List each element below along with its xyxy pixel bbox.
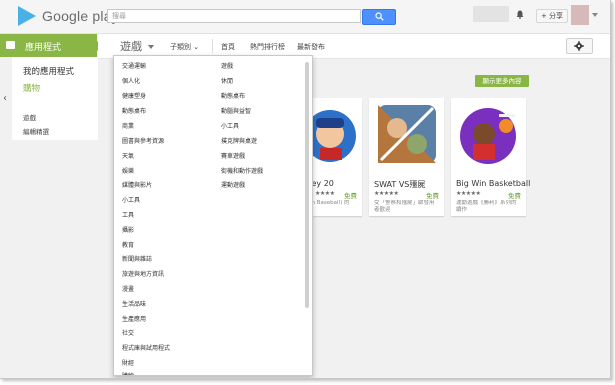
menu-item[interactable]: 交通運輸 xyxy=(122,61,146,70)
gear-icon xyxy=(574,41,584,51)
app-card-basketball[interactable]: Big Win Basketball ★★★★★ 免費 運動遊戲《勝利》系列的 … xyxy=(451,98,530,216)
rating-stars: ★★★★ xyxy=(315,190,335,197)
menu-item[interactable]: 遊戲 xyxy=(221,61,233,70)
rating-stars: ★★★★★ xyxy=(374,190,399,197)
menu-item[interactable]: 動態桌布 xyxy=(122,106,146,115)
menu-item[interactable]: 購物 xyxy=(122,371,134,375)
search-input[interactable]: 搜尋 xyxy=(107,9,361,23)
sidebar-item-my-apps[interactable]: 我的應用程式 xyxy=(23,65,74,77)
menu-item[interactable]: 工具 xyxy=(122,210,134,219)
sidebar: 我的應用程式 購物 遊戲 編輯精選 xyxy=(12,57,98,140)
menu-item[interactable]: 動腦與益智 xyxy=(221,106,251,115)
menu-item[interactable]: 教育 xyxy=(122,240,134,249)
menu-item[interactable]: 旅遊與地方資訊 xyxy=(122,269,164,278)
divider xyxy=(212,39,213,53)
settings-button[interactable] xyxy=(566,38,593,54)
tab-top-charts[interactable]: 熱門排行榜 xyxy=(250,42,285,52)
menu-item[interactable]: 賽車遊戲 xyxy=(221,151,245,160)
sidebar-item-editors-choice[interactable]: 編輯精選 xyxy=(23,126,49,136)
show-more-button[interactable]: 顯示更多內容 xyxy=(475,75,529,87)
apps-tab-label: 應用程式 xyxy=(25,43,62,53)
search-icon xyxy=(375,12,384,21)
menu-item[interactable]: 媒體與影片 xyxy=(122,180,152,189)
menu-item[interactable]: 新聞與雜誌 xyxy=(122,254,152,263)
app-title: Big Win Basketball xyxy=(456,179,531,188)
menu-item[interactable]: 生產應用 xyxy=(122,314,146,323)
bell-icon[interactable] xyxy=(516,10,524,19)
apps-tab[interactable]: 應用程式 xyxy=(0,34,102,57)
app-card-swat[interactable]: SWAT VS殭屍 ★★★★★ 免費 受「警察和殭屍」啟發用 者歡迎 xyxy=(369,98,444,216)
menu-item[interactable]: 動態桌布 xyxy=(221,91,245,100)
menu-item[interactable]: 小工具 xyxy=(122,195,140,204)
apps-icon xyxy=(6,41,15,49)
menu-item[interactable]: 攝影 xyxy=(122,225,134,234)
tab-home[interactable]: 首頁 xyxy=(221,42,235,52)
app-title: SWAT VS殭屍 xyxy=(374,180,426,189)
sidebar-item-games[interactable]: 遊戲 xyxy=(23,112,36,122)
scrollbar[interactable] xyxy=(305,62,309,308)
menu-item[interactable]: 小工具 xyxy=(221,121,239,130)
price-label: 免費 xyxy=(426,192,439,200)
app-description: 運動遊戲《勝利》系列的 續作 xyxy=(456,200,517,213)
tab-new-releases[interactable]: 最新發布 xyxy=(297,42,325,52)
top-bar: Google play 搜尋 + 分享 xyxy=(0,0,610,34)
app-description: in Baseball) 的 xyxy=(310,200,350,206)
app-description: 受「警察和殭屍」啟發用 者歡迎 xyxy=(374,200,435,213)
price-label: 免費 xyxy=(508,192,521,200)
rating-stars: ★★★★★ xyxy=(456,190,481,197)
browser-frame: Google play 搜尋 + 分享 應用程式 我的應用程式 購物 遊戲 編輯… xyxy=(0,0,611,379)
category-dropdown[interactable]: 子類別 ⌄ xyxy=(170,42,199,52)
menu-item[interactable]: 運動遊戲 xyxy=(221,180,245,189)
menu-item[interactable]: 圖書與參考資源 xyxy=(122,136,164,145)
menu-item[interactable]: 個人化 xyxy=(122,76,140,85)
app-icon-basketball xyxy=(451,98,526,173)
chevron-down-icon[interactable] xyxy=(592,13,598,17)
menu-item[interactable]: 休閒 xyxy=(221,76,233,85)
page-title[interactable]: 遊戲 xyxy=(120,38,142,54)
menu-item[interactable]: 生活品味 xyxy=(122,299,146,308)
menu-item[interactable]: 商業 xyxy=(122,121,134,130)
category-menu: 交通運輸 個人化 健康塑身 動態桌布 商業 圖書與參考資源 天氣 娛樂 媒體與影… xyxy=(113,55,313,376)
search-button[interactable] xyxy=(362,9,396,25)
user-name-area[interactable] xyxy=(473,6,509,22)
sidebar-item-shop[interactable]: 購物 xyxy=(23,82,40,94)
menu-item[interactable]: 漫畫 xyxy=(122,284,134,293)
google-play-logo[interactable]: Google play xyxy=(18,6,119,26)
menu-item[interactable]: 娛樂 xyxy=(122,166,134,175)
avatar[interactable] xyxy=(571,5,589,25)
chevron-left-icon[interactable]: ‹ xyxy=(3,93,7,104)
price-label: 免費 xyxy=(344,192,357,200)
play-icon xyxy=(18,6,36,26)
category-label: 子類別 xyxy=(170,43,191,51)
menu-item[interactable]: 街機和動作遊戲 xyxy=(221,166,263,175)
menu-item[interactable]: 社交 xyxy=(122,328,134,337)
menu-item[interactable]: 程式庫與試用程式 xyxy=(122,343,170,352)
menu-item[interactable]: 天氣 xyxy=(122,151,134,160)
app-icon-swat xyxy=(369,98,444,173)
share-button[interactable]: + 分享 xyxy=(536,9,568,23)
menu-item[interactable]: 財經 xyxy=(122,358,134,367)
menu-item[interactable]: 撲克牌與桌遊 xyxy=(221,136,257,145)
menu-item[interactable]: 健康塑身 xyxy=(122,91,146,100)
chevron-down-icon[interactable] xyxy=(148,45,154,49)
